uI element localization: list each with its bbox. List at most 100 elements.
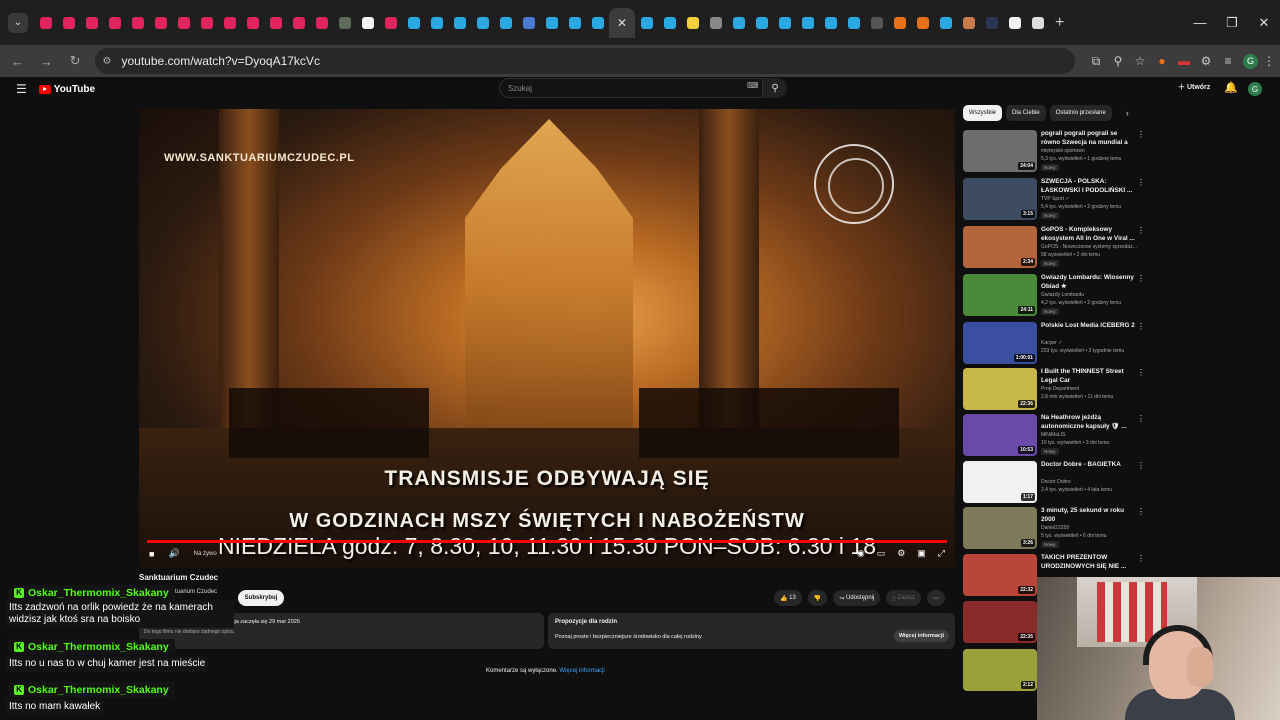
more-options-icon[interactable]: ⋮: [1137, 322, 1145, 331]
recommendation-item[interactable]: 1:17 Doctor Dobre - BAGIETKA Doctor Dobre 2…: [963, 461, 1145, 507]
video-title[interactable]: Na Heathrow jeżdżą autonomiczne kapsuły …: [1041, 414, 1135, 431]
video-player[interactable]: WWW.SANKTUARIUMCZUDEC.PL TRANSMISJE ODBY…: [139, 109, 955, 568]
more-options-icon[interactable]: ⋮: [1137, 178, 1145, 187]
save-button[interactable]: ▯ Zapisz: [886, 590, 922, 606]
reload-icon[interactable]: ↻: [64, 53, 87, 69]
tab-close-icon[interactable]: ✕: [617, 16, 627, 30]
recommendation-item[interactable]: 1:00:01 Polskie Lost Media ICEBERG 2 Kacpe…: [963, 322, 1145, 368]
tab-favicon-icon[interactable]: [149, 8, 172, 38]
tab-favicon-icon[interactable]: [333, 8, 356, 38]
video-thumbnail[interactable]: 22:32: [963, 554, 1037, 596]
tab-favicon-icon[interactable]: [172, 8, 195, 38]
tab-favicon-icon[interactable]: [57, 8, 80, 38]
youtube-avatar[interactable]: G: [1248, 82, 1262, 96]
video-title[interactable]: 3 minuty, 25 sekund w roku 2000: [1041, 507, 1135, 524]
tab-favicon-icon[interactable]: [911, 8, 934, 38]
dislike-button[interactable]: 👎: [807, 590, 828, 606]
more-options-icon[interactable]: ⋮: [1137, 130, 1145, 139]
tab-favicon-icon[interactable]: [681, 8, 704, 38]
recommendation-item[interactable]: 24:11 Gwiazdy Lombardu: Wiosenny Obiad ★ G…: [963, 274, 1145, 320]
keyboard-icon[interactable]: ⌨: [747, 81, 759, 90]
video-title[interactable]: GoPOS - Kompleksowy ekosystem All in One…: [1041, 226, 1135, 243]
video-thumbnail[interactable]: 10:53: [963, 414, 1037, 456]
tab-favicon-icon[interactable]: [517, 8, 540, 38]
tab-favicon-icon[interactable]: [379, 8, 402, 38]
tab-favicon-icon[interactable]: [241, 8, 264, 38]
more-actions-button[interactable]: ⋯: [927, 590, 946, 606]
family-more-button[interactable]: Więcej informacji: [893, 630, 949, 642]
like-button[interactable]: 👍 13: [774, 590, 802, 606]
comments-more-link[interactable]: Więcej informacji: [559, 668, 604, 674]
chevron-right-icon[interactable]: ›: [1126, 108, 1129, 118]
share-button[interactable]: ↪ Udostępnij: [833, 590, 881, 606]
site-info-icon[interactable]: ⚙: [103, 56, 112, 67]
video-title[interactable]: Doctor Dobre - BAGIETKA: [1041, 461, 1135, 470]
tab-favicon-icon[interactable]: [195, 8, 218, 38]
tab-favicon-icon[interactable]: [80, 8, 103, 38]
chip-all[interactable]: Wszystkie: [963, 105, 1002, 121]
video-title[interactable]: I Built the THINNEST Street Legal Car: [1041, 368, 1135, 385]
recommendation-item[interactable]: 3:15 SZWECJA - POLSKA: ŁASKOWSKI I PODOLI…: [963, 178, 1145, 224]
tab-favicon-icon[interactable]: [888, 8, 911, 38]
tab-favicon-icon[interactable]: [842, 8, 865, 38]
tab-favicon-icon[interactable]: [586, 8, 609, 38]
install-app-icon[interactable]: ⧉: [1085, 54, 1107, 69]
tab-favicon-icon[interactable]: [540, 8, 563, 38]
more-options-icon[interactable]: ⋮: [1137, 414, 1145, 423]
tab-favicon-icon[interactable]: [727, 8, 750, 38]
stop-icon[interactable]: ■: [149, 549, 154, 559]
new-tab-button[interactable]: +: [1055, 14, 1064, 32]
extension-red-icon[interactable]: ▬: [1173, 54, 1195, 68]
more-options-icon[interactable]: ⋮: [1137, 554, 1145, 563]
search-button[interactable]: ⚲: [763, 78, 787, 98]
tab-favicon-icon[interactable]: [865, 8, 888, 38]
recommendation-item[interactable]: 24:04 pograli pograli pograli se równo Sz…: [963, 130, 1145, 176]
tab-search-dropdown-icon[interactable]: ⌄: [8, 12, 28, 33]
tab-favicon-icon[interactable]: [448, 8, 471, 38]
channel-title[interactable]: Sanktuarium Czudec: [139, 573, 218, 582]
video-thumbnail[interactable]: 3:26: [963, 507, 1037, 549]
hamburger-menu-icon[interactable]: ☰: [16, 82, 27, 96]
minimize-button[interactable]: —: [1184, 15, 1216, 30]
recommendation-item[interactable]: 22:36 I Built the THINNEST Street Legal C…: [963, 368, 1145, 414]
tab-favicon-icon[interactable]: [103, 8, 126, 38]
tab-favicon-icon[interactable]: [773, 8, 796, 38]
tab-favicon-icon[interactable]: [218, 8, 241, 38]
video-title[interactable]: pograli pograli pograli se równo Szwecja…: [1041, 130, 1135, 147]
notifications-bell-icon[interactable]: 🔔: [1224, 81, 1238, 94]
subscribe-button[interactable]: Subskrybuj: [238, 590, 284, 606]
tab-favicon-icon[interactable]: [980, 8, 1003, 38]
close-window-button[interactable]: ✕: [1248, 15, 1280, 31]
video-thumbnail[interactable]: 22:35: [963, 601, 1037, 643]
video-thumbnail[interactable]: 3:15: [963, 178, 1037, 220]
browser-menu-icon[interactable]: ⋮: [1258, 54, 1280, 68]
tab-favicon-icon[interactable]: [494, 8, 517, 38]
tab-favicon-icon[interactable]: [658, 8, 681, 38]
create-button[interactable]: ＋ Utwórz: [1178, 82, 1210, 92]
tab-favicon-icon[interactable]: [471, 8, 494, 38]
video-title[interactable]: SZWECJA - POLSKA: ŁASKOWSKI I PODOLIŃSKI…: [1041, 178, 1135, 195]
tab-favicon-icon[interactable]: [310, 8, 333, 38]
tab-favicon-icon[interactable]: [356, 8, 379, 38]
youtube-logo[interactable]: YouTube: [38, 84, 95, 95]
more-options-icon[interactable]: ⋮: [1137, 461, 1145, 470]
video-thumbnail[interactable]: 22:36: [963, 368, 1037, 410]
fullscreen-icon[interactable]: ⤢: [938, 548, 945, 559]
chip-for-you[interactable]: Dla Ciebie: [1006, 105, 1046, 121]
autoplay-toggle-icon[interactable]: ◉: [857, 548, 865, 559]
video-thumbnail[interactable]: 24:04: [963, 130, 1037, 172]
zoom-icon[interactable]: ⚲: [1107, 54, 1129, 68]
active-tab[interactable]: ✕: [609, 7, 635, 38]
restore-button[interactable]: ❐: [1216, 15, 1248, 31]
extensions-puzzle-icon[interactable]: ⚙: [1195, 54, 1217, 68]
video-thumbnail[interactable]: 1:00:01: [963, 322, 1037, 364]
back-icon[interactable]: ←: [6, 54, 29, 69]
video-thumbnail[interactable]: 2:12: [963, 649, 1037, 691]
video-thumbnail[interactable]: 2:34: [963, 226, 1037, 268]
live-label[interactable]: Na żywo: [194, 551, 217, 557]
tab-favicon-icon[interactable]: [34, 8, 57, 38]
sidepanel-icon[interactable]: ≡: [1217, 54, 1239, 68]
chip-recent[interactable]: Ostatnio przesłane: [1049, 105, 1112, 121]
more-options-icon[interactable]: ⋮: [1137, 226, 1145, 235]
tab-favicon-icon[interactable]: [563, 8, 586, 38]
